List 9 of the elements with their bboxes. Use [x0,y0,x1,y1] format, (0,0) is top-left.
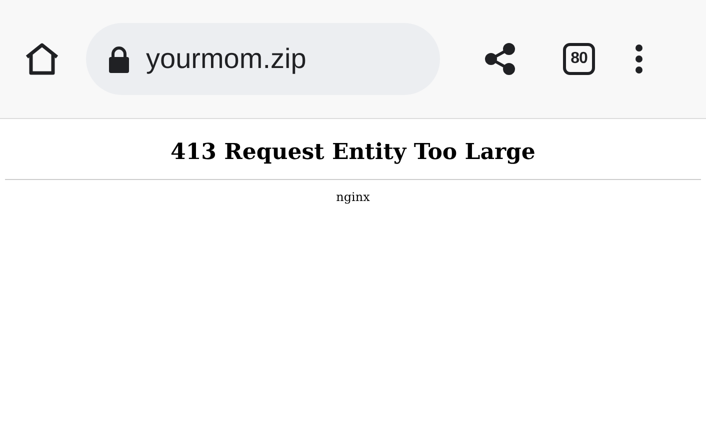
share-icon[interactable] [484,43,516,75]
error-heading: 413 Request Entity Too Large [170,139,536,166]
menu-icon[interactable] [635,44,643,74]
tab-count-button[interactable]: 80 [563,43,595,75]
url-text: yourmom.zip [146,42,306,76]
address-bar[interactable]: yourmom.zip [86,23,440,95]
server-name: nginx [335,189,371,206]
lock-icon[interactable] [108,46,130,72]
home-icon[interactable] [24,42,60,76]
